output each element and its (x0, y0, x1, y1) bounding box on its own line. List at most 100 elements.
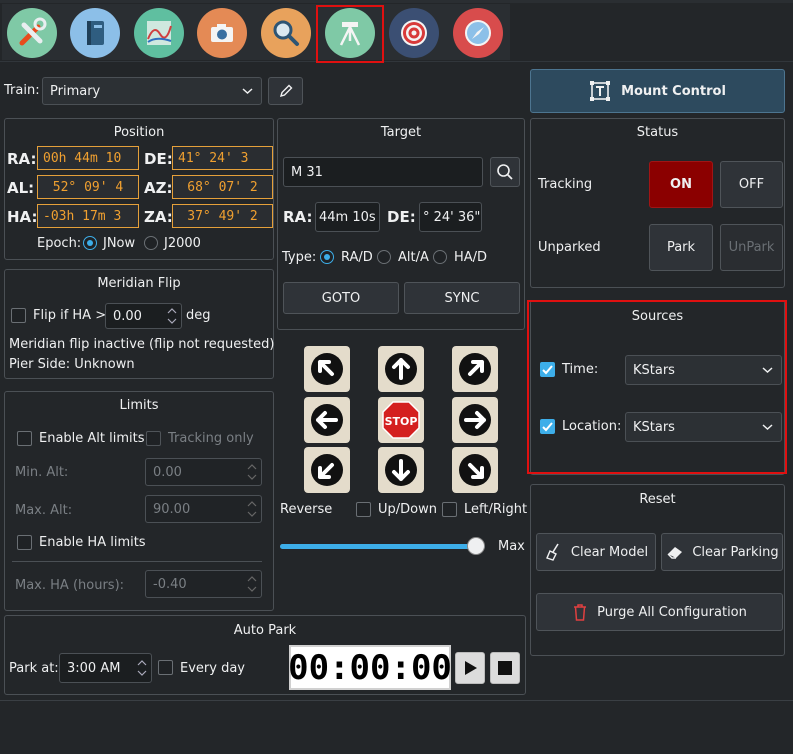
target-search-input[interactable]: M 31 (283, 157, 483, 187)
mount-control-button[interactable]: Mount Control (530, 69, 785, 113)
move-west-button[interactable] (304, 397, 350, 443)
chart-icon[interactable] (134, 8, 184, 58)
type-altaz-radio[interactable] (377, 250, 391, 264)
park-timer-start-button[interactable] (455, 652, 485, 684)
sync-button[interactable]: SYNC (404, 282, 520, 314)
move-northwest-button[interactable] (304, 346, 350, 392)
max-ha-spinbox[interactable]: -0.40 (145, 570, 262, 598)
type-radec-radio[interactable] (320, 250, 334, 264)
arrow-left-icon (311, 404, 343, 436)
limits-title: Limits (119, 398, 159, 413)
move-northeast-button[interactable] (452, 346, 498, 392)
arrow-down-right-icon (459, 454, 491, 486)
time-source-checkbox[interactable] (540, 362, 555, 377)
max-alt-spinbox[interactable]: 90.00 (145, 495, 262, 523)
park-button[interactable]: Park (649, 224, 713, 271)
speed-slider-handle[interactable] (467, 537, 485, 555)
ha-label: HA: (7, 208, 38, 226)
type-hadec-radio[interactable] (433, 250, 447, 264)
enable-ha-checkbox[interactable] (17, 535, 32, 550)
stop-label: STOP (385, 415, 418, 428)
min-alt-value: 0.00 (153, 464, 182, 480)
notebook-icon[interactable] (70, 8, 120, 58)
enable-alt-checkbox[interactable] (17, 431, 32, 446)
type-radec-label: RA/D (341, 250, 373, 265)
tools-icon[interactable] (7, 8, 57, 58)
reverse-updown-label: Up/Down (378, 502, 437, 517)
time-source-select[interactable]: KStars (625, 355, 782, 385)
spin-arrows-icon (167, 308, 177, 324)
j2000-radio[interactable] (144, 236, 158, 250)
move-south-button[interactable] (378, 447, 424, 493)
clear-model-button[interactable]: Clear Model (536, 533, 656, 571)
reverse-updown-checkbox[interactable] (356, 502, 371, 517)
park-timer-stop-button[interactable] (490, 652, 520, 684)
chevron-down-icon (762, 424, 773, 431)
za-label: ZA: (144, 208, 173, 226)
flip-label: Flip if HA >: (33, 308, 111, 323)
reverse-label: Reverse (280, 502, 333, 517)
min-alt-spinbox[interactable]: 0.00 (145, 458, 262, 486)
arrow-up-icon (385, 353, 417, 385)
tracking-off-button[interactable]: OFF (720, 161, 783, 208)
tracking-on-button[interactable]: ON (649, 161, 713, 208)
location-source-select[interactable]: KStars (625, 412, 782, 442)
target-de-input[interactable]: ° 24' 36" (419, 202, 482, 232)
park-status-label: Unparked (538, 240, 601, 255)
clear-parking-button[interactable]: Clear Parking (661, 533, 783, 571)
purge-configuration-button[interactable]: Purge All Configuration (536, 593, 783, 631)
flip-unit: deg (186, 308, 211, 323)
enable-alt-label: Enable Alt limits (39, 431, 145, 446)
park-countdown: 00:00:00 (288, 645, 452, 690)
edit-train-button[interactable] (268, 77, 303, 105)
move-north-button[interactable] (378, 346, 424, 392)
stop-sign-icon: STOP (382, 401, 420, 439)
epoch-label: Epoch: (37, 236, 82, 251)
tripod-mount-icon[interactable] (325, 8, 375, 58)
location-source-label: Location: (562, 419, 622, 434)
az-label: AZ: (144, 179, 173, 197)
speed-slider-track[interactable] (280, 544, 485, 549)
checkmark-icon (542, 365, 553, 375)
compass-icon[interactable] (453, 8, 503, 58)
clear-model-label: Clear Model (570, 544, 649, 560)
tracking-label: Tracking (538, 177, 593, 192)
reverse-leftright-checkbox[interactable] (442, 502, 457, 517)
jnow-radio[interactable] (83, 236, 97, 250)
park-at-value: 3:00 AM (67, 660, 121, 676)
stop-square-icon (498, 661, 512, 675)
magnifier-icon[interactable] (261, 8, 311, 58)
every-day-checkbox[interactable] (158, 660, 173, 675)
pier-side: Pier Side: Unknown (9, 357, 135, 372)
camera-icon[interactable] (197, 8, 247, 58)
move-southeast-button[interactable] (452, 447, 498, 493)
al-readout: 52° 09' 4 (37, 175, 139, 199)
target-search-button[interactable] (490, 157, 520, 187)
enable-ha-label: Enable HA limits (39, 535, 146, 550)
move-southwest-button[interactable] (304, 447, 350, 493)
module-toolbar (0, 0, 793, 63)
goto-button[interactable]: GOTO (283, 282, 399, 314)
max-ha-label: Max. HA (hours): (15, 578, 125, 593)
unpark-button[interactable]: UnPark (720, 224, 783, 271)
type-label: Type: (282, 250, 317, 265)
move-east-button[interactable] (452, 397, 498, 443)
location-source-checkbox[interactable] (540, 419, 555, 434)
speed-slider-fill (280, 544, 485, 549)
target-icon[interactable] (389, 8, 439, 58)
flip-enable-checkbox[interactable] (11, 308, 26, 323)
stop-button[interactable]: STOP (378, 397, 424, 443)
ra-label: RA: (7, 150, 37, 168)
park-at-timeedit[interactable]: 3:00 AM (59, 653, 152, 683)
time-source-label: Time: (562, 362, 599, 377)
train-select[interactable]: Primary (42, 77, 262, 105)
train-label: Train: (4, 83, 40, 98)
tracking-only-checkbox[interactable] (146, 431, 161, 446)
de-label: DE: (144, 150, 173, 168)
status-title: Status (636, 125, 679, 140)
max-alt-label: Max. Alt: (15, 503, 73, 518)
spin-arrows-icon (137, 660, 147, 676)
target-ra-input[interactable]: 44m 10s (315, 202, 380, 232)
flip-ha-spinbox[interactable]: 0.00 (105, 303, 182, 329)
al-label: AL: (7, 179, 35, 197)
